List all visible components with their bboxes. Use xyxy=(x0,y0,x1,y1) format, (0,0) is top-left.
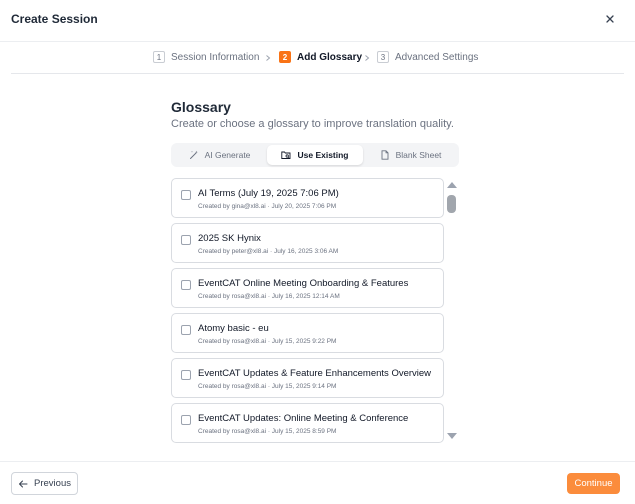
glossary-meta: Created by rosa@xl8.ai · July 15, 2025 9… xyxy=(198,338,337,345)
tab-label: AI Generate xyxy=(204,150,251,160)
glossary-meta: Created by peter@xl8.ai · July 16, 2025 … xyxy=(198,248,339,255)
magic-wand-icon xyxy=(189,150,198,159)
tab-label: Use Existing xyxy=(297,150,349,160)
glossary-list: AI Terms (July 19, 2025 7:06 PM) Created… xyxy=(171,178,444,445)
chevron-right-icon xyxy=(266,55,271,61)
stepper: 1 Session Information 2 Add Glossary 3 A… xyxy=(0,42,635,74)
step-label: Session Information xyxy=(171,51,260,63)
chevron-right-icon xyxy=(365,55,370,61)
glossary-name: EventCAT Online Meeting Onboarding & Fea… xyxy=(198,278,409,289)
checkbox[interactable] xyxy=(181,280,191,290)
step-number: 1 xyxy=(153,51,165,63)
section-subtitle: Create or choose a glossary to improve t… xyxy=(171,118,454,130)
glossary-item[interactable]: EventCAT Updates & Feature Enhancements … xyxy=(171,358,444,398)
glossary-item[interactable]: EventCAT Online Meeting Onboarding & Fea… xyxy=(171,268,444,308)
step-number: 3 xyxy=(377,51,389,63)
glossary-meta: Created by rosa@xl8.ai · July 15, 2025 8… xyxy=(198,428,337,435)
arrow-left-icon xyxy=(19,480,28,487)
glossary-meta: Created by rosa@xl8.ai · July 16, 2025 1… xyxy=(198,293,340,300)
dialog-header: Create Session xyxy=(0,0,635,42)
scroll-down-arrow-icon[interactable] xyxy=(447,433,457,439)
glossary-name: 2025 SK Hynix xyxy=(198,233,261,244)
document-icon xyxy=(381,150,389,160)
glossary-item[interactable]: AI Terms (July 19, 2025 7:06 PM) Created… xyxy=(171,178,444,218)
continue-button[interactable]: Continue xyxy=(567,473,620,494)
step-add-glossary[interactable]: 2 Add Glossary xyxy=(279,51,362,63)
glossary-item[interactable]: Atomy basic - eu Created by rosa@xl8.ai … xyxy=(171,313,444,353)
close-icon[interactable] xyxy=(603,12,617,26)
glossary-meta: Created by rosa@xl8.ai · July 15, 2025 9… xyxy=(198,383,337,390)
checkbox[interactable] xyxy=(181,325,191,335)
glossary-item[interactable]: 2025 SK Hynix Created by peter@xl8.ai · … xyxy=(171,223,444,263)
scrollbar-thumb[interactable] xyxy=(447,195,456,213)
divider xyxy=(0,461,635,462)
divider xyxy=(11,73,624,74)
previous-button-label: Previous xyxy=(34,478,71,489)
step-label: Advanced Settings xyxy=(395,51,479,63)
list-scrollbar[interactable] xyxy=(446,181,457,441)
checkbox[interactable] xyxy=(181,370,191,380)
dialog-title: Create Session xyxy=(11,12,98,26)
glossary-meta: Created by gina@xl8.ai · July 20, 2025 7… xyxy=(198,203,337,210)
folder-search-icon xyxy=(281,151,291,159)
glossary-name: EventCAT Updates & Feature Enhancements … xyxy=(198,368,432,379)
scroll-up-arrow-icon[interactable] xyxy=(447,182,457,188)
glossary-name: EventCAT Updates: Online Meeting & Confe… xyxy=(198,413,409,424)
step-advanced-settings[interactable]: 3 Advanced Settings xyxy=(377,51,478,63)
section-title: Glossary xyxy=(171,99,231,115)
checkbox[interactable] xyxy=(181,415,191,425)
glossary-name: AI Terms (July 19, 2025 7:06 PM) xyxy=(198,188,339,199)
glossary-tabs: AI Generate Use Existing Blank Sheet xyxy=(171,143,459,167)
previous-button[interactable]: Previous xyxy=(11,472,78,495)
tab-ai-generate[interactable]: AI Generate xyxy=(173,145,266,165)
tab-use-existing[interactable]: Use Existing xyxy=(267,145,363,165)
checkbox[interactable] xyxy=(181,190,191,200)
glossary-name: Atomy basic - eu xyxy=(198,323,269,334)
checkbox[interactable] xyxy=(181,235,191,245)
glossary-item[interactable]: EventCAT Updates: Online Meeting & Confe… xyxy=(171,403,444,443)
step-session-information[interactable]: 1 Session Information xyxy=(153,51,259,63)
step-label: Add Glossary xyxy=(297,51,363,63)
tab-label: Blank Sheet xyxy=(395,150,442,160)
step-number: 2 xyxy=(279,51,291,63)
tab-blank-sheet[interactable]: Blank Sheet xyxy=(364,145,457,165)
